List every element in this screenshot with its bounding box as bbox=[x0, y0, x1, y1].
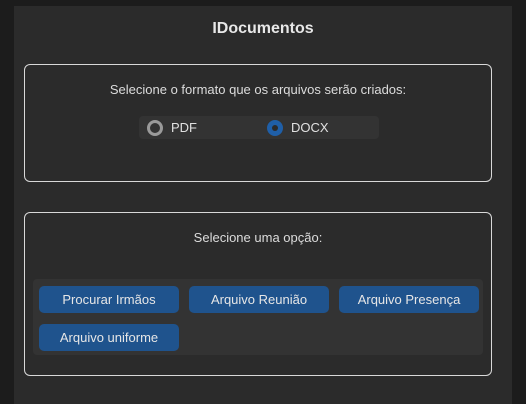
format-frame: Selecione o formato que os arquivos serã… bbox=[24, 64, 492, 182]
radio-docx[interactable]: DOCX bbox=[267, 117, 329, 138]
options-prompt: Selecione uma opção: bbox=[193, 230, 323, 245]
options-button-area: Procurar Irmãos Arquivo Reunião Arquivo … bbox=[33, 279, 483, 355]
radio-pdf[interactable]: PDF bbox=[147, 117, 197, 138]
format-radio-group: PDF DOCX bbox=[139, 116, 379, 139]
options-frame: Selecione uma opção: Procurar Irmãos Arq… bbox=[24, 212, 492, 376]
arquivo-presenca-button[interactable]: Arquivo Presença bbox=[339, 286, 479, 313]
arquivo-uniforme-button[interactable]: Arquivo uniforme bbox=[39, 324, 179, 351]
arquivo-reuniao-button[interactable]: Arquivo Reunião bbox=[189, 286, 329, 313]
window-title: IDocumentos bbox=[212, 20, 314, 37]
procurar-irmaos-button[interactable]: Procurar Irmãos bbox=[39, 286, 179, 313]
radio-pdf-label: PDF bbox=[171, 120, 197, 135]
format-prompt: Selecione o formato que os arquivos serã… bbox=[109, 82, 407, 97]
radio-unselected-icon bbox=[147, 119, 163, 136]
radio-selected-icon bbox=[267, 119, 283, 136]
radio-docx-label: DOCX bbox=[291, 120, 329, 135]
app-window: IDocumentos Selecione o formato que os a… bbox=[14, 6, 512, 404]
